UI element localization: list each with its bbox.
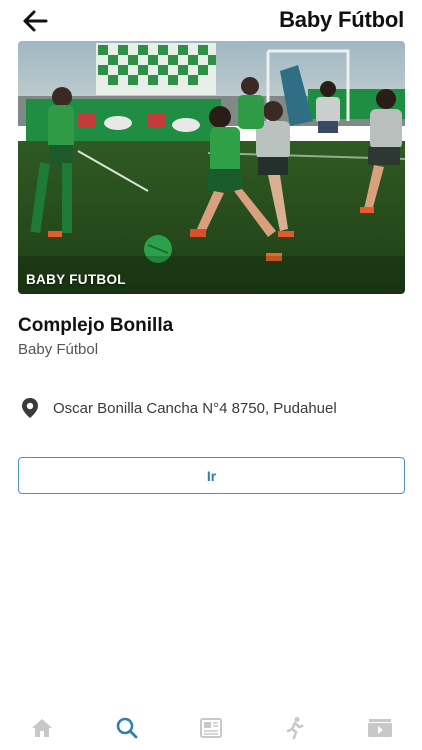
tab-news[interactable] [181,708,241,748]
hero-caption: BABY FUTBOL [26,272,126,287]
tab-video[interactable] [350,708,410,748]
address-text: Oscar Bonilla Cancha N°4 8750, Pudahuel [53,399,337,417]
place-category: Baby Fútbol [18,341,99,358]
arrow-left-icon [23,10,48,32]
address-row: Oscar Bonilla Cancha N°4 8750, Pudahuel [20,396,337,420]
back-button[interactable] [20,8,50,34]
tab-home[interactable] [12,708,72,748]
video-icon [367,719,392,737]
page-title: Baby Fútbol [279,7,404,32]
tab-activity[interactable] [265,708,325,748]
bottom-tab-bar [0,706,422,750]
go-button[interactable]: Ir [18,457,405,494]
top-bar: Baby Fútbol [0,0,422,42]
tab-search[interactable] [97,708,157,748]
hero-image: BABY FUTBOL [18,41,405,294]
app-screen: Baby Fútbol BABY FUTBOL Complejo Bonilla… [0,0,422,750]
map-pin-icon [22,398,38,418]
search-icon [116,717,137,739]
running-person-icon [287,717,304,740]
place-name: Complejo Bonilla [18,315,174,336]
home-icon [32,719,53,737]
soccer-photo [18,41,405,294]
news-icon [199,718,222,738]
